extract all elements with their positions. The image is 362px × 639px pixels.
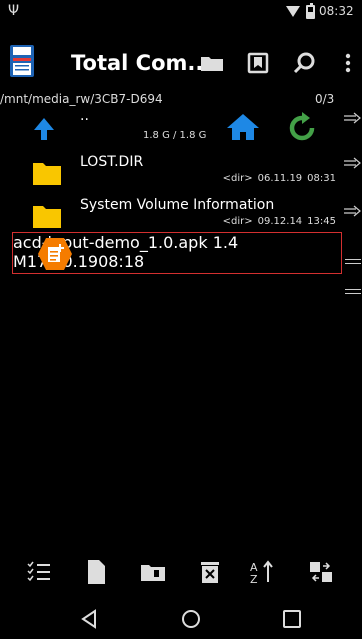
- battery-icon: [306, 3, 315, 19]
- parent-dir-label: ..: [80, 108, 89, 124]
- file-time: 08:31: [307, 173, 336, 184]
- parent-dir-row[interactable]: .. 1.8 G / 1.8 G: [0, 108, 340, 154]
- side-equals-icon: [345, 257, 361, 267]
- bottom-toolbar: A Z: [0, 548, 362, 598]
- folder-icon: [33, 161, 61, 185]
- file-size: <dir>: [222, 216, 253, 227]
- list-item[interactable]: LOST.DIR <dir> 06.11.19 08:31: [0, 153, 340, 197]
- search-icon[interactable]: [290, 48, 320, 78]
- list-item-selected[interactable]: acd-input-demo_1.0.apk 1.4 M17.10.1908:1…: [12, 232, 342, 274]
- side-equals-icon: [345, 287, 361, 297]
- new-file-icon[interactable]: [82, 558, 110, 586]
- home-circle-icon[interactable]: [181, 609, 201, 629]
- copy-folder-icon[interactable]: [139, 558, 167, 586]
- app-toolbar: Total Com...: [0, 40, 362, 90]
- file-name: LOST.DIR: [80, 154, 144, 170]
- recents-icon[interactable]: [282, 609, 302, 629]
- usb-icon: Ψ: [8, 3, 20, 19]
- path-bar: /mnt/media_rw/3CB7-D694 0/3: [0, 92, 362, 108]
- sort-icon[interactable]: A Z: [249, 558, 277, 586]
- folder-icon: [33, 204, 61, 228]
- bookmark-icon[interactable]: [243, 48, 273, 78]
- side-arrow-icon: [344, 202, 362, 217]
- wifi-icon: [286, 6, 300, 17]
- up-arrow-icon: [33, 117, 55, 141]
- apk-icon: [37, 237, 73, 271]
- file-time: 13:45: [307, 216, 336, 227]
- side-arrow-icon: [344, 154, 362, 169]
- status-bar: Ψ 08:32: [0, 0, 362, 24]
- selection-count: 0/3: [315, 92, 335, 106]
- file-name: System Volume Information: [80, 197, 275, 213]
- floppy-disk-icon: [10, 45, 34, 77]
- navigation-bar: [0, 598, 362, 639]
- current-path[interactable]: /mnt/media_rw/3CB7-D694: [0, 92, 163, 106]
- file-date: 09.12.14: [257, 216, 303, 227]
- status-time: 08:32: [319, 4, 354, 18]
- compare-icon[interactable]: [307, 558, 335, 586]
- file-date: 06.11.19: [257, 173, 303, 184]
- app-title: Total Com...: [71, 51, 212, 75]
- file-size: <dir>: [222, 173, 253, 184]
- refresh-icon[interactable]: [288, 112, 316, 142]
- side-arrow-icon: [344, 109, 362, 124]
- home-icon[interactable]: [226, 112, 260, 142]
- folder-icon[interactable]: [197, 48, 227, 78]
- more-vert-icon[interactable]: [333, 48, 362, 78]
- delete-icon[interactable]: [196, 558, 224, 586]
- select-icon[interactable]: [25, 558, 53, 586]
- back-icon[interactable]: [79, 609, 99, 629]
- file-meta: <dir> 06.11.19 08:31: [223, 173, 336, 184]
- file-time: 08:18: [98, 252, 145, 271]
- svg-text:Z: Z: [250, 573, 258, 586]
- disk-space: 1.8 G / 1.8 G: [143, 130, 207, 141]
- file-meta: <dir> 09.12.14 13:45: [223, 216, 336, 227]
